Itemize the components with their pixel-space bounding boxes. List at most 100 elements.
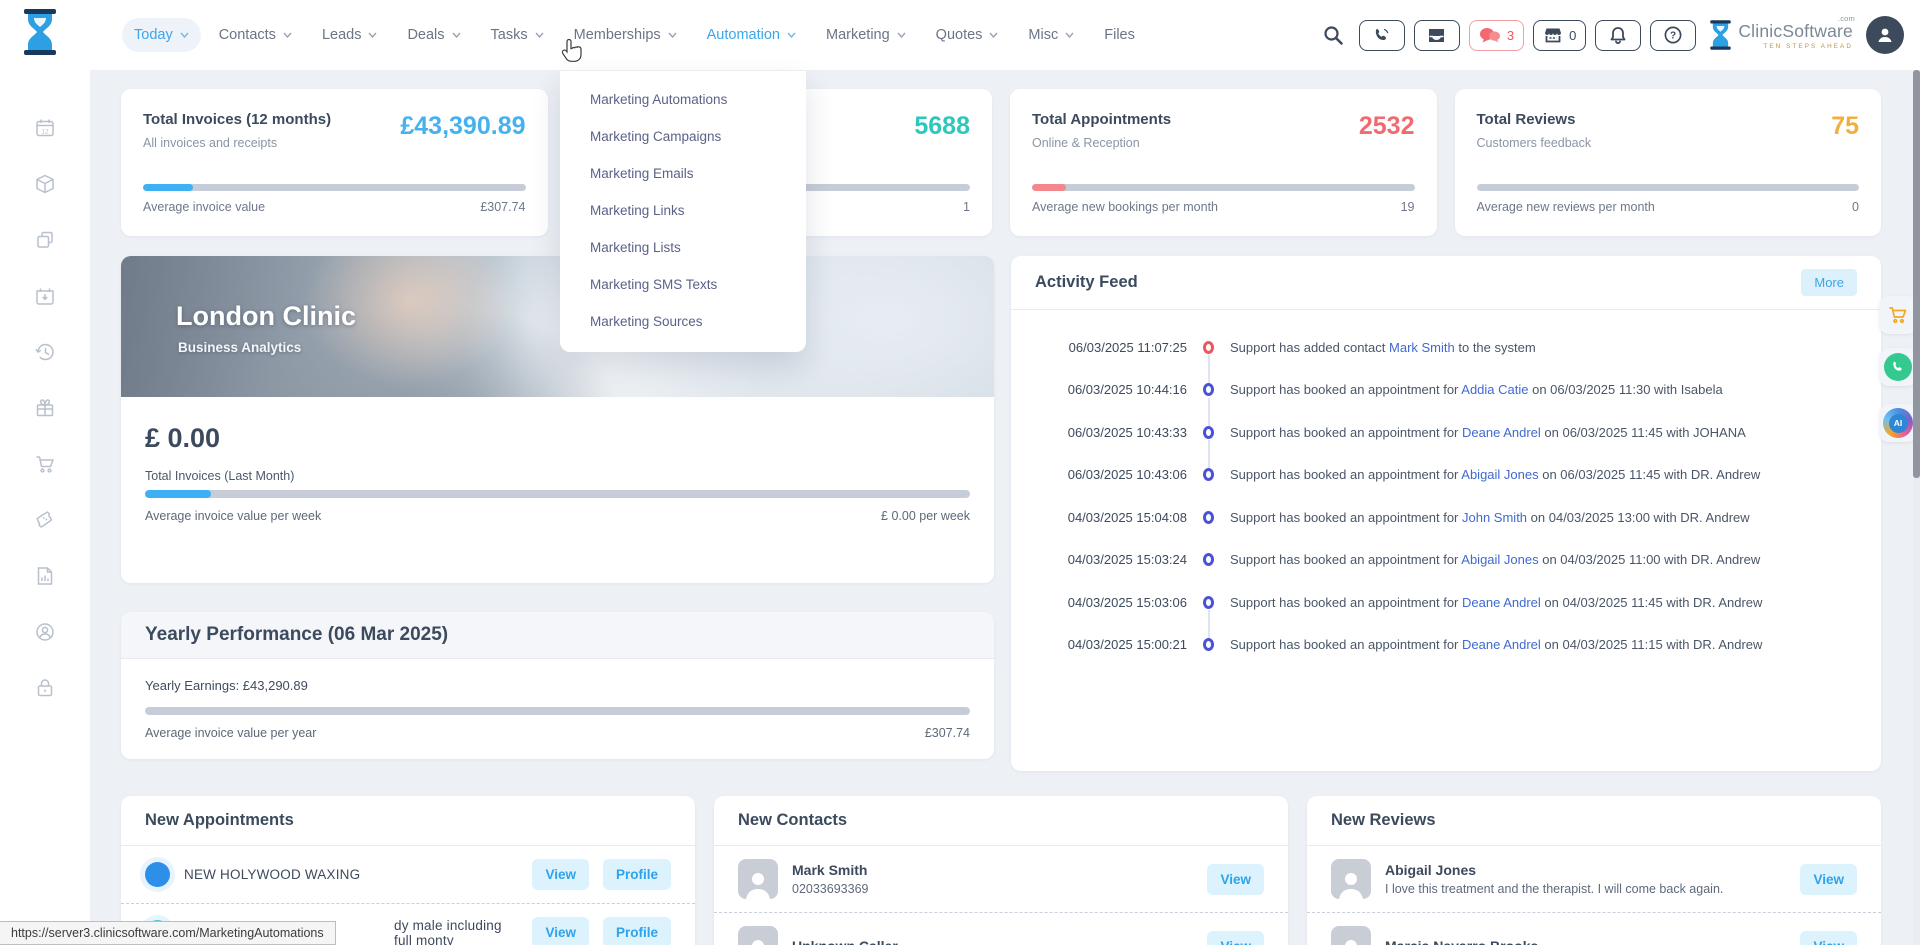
- chevron-down-icon: [535, 32, 544, 38]
- inbox-icon: [1427, 28, 1446, 43]
- profile-button[interactable]: Profile: [603, 859, 671, 890]
- contact-link[interactable]: Addia Catie: [1461, 382, 1528, 397]
- feed-item: 06/03/2025 10:43:06 Support has booked a…: [1011, 454, 1881, 497]
- scrollbar-thumb[interactable]: [1913, 70, 1920, 478]
- contact-link[interactable]: Abigail Jones: [1461, 467, 1538, 482]
- main-nav: Today Contacts Leads Deals Tasks Members…: [122, 0, 1147, 70]
- more-button[interactable]: More: [1801, 269, 1857, 296]
- view-button[interactable]: View: [1800, 864, 1857, 895]
- stat-card-invoices: Total Invoices (12 months) All invoices …: [121, 89, 548, 236]
- nav-label: Marketing: [826, 27, 890, 43]
- stat-footer-label: Average invoice value: [143, 200, 265, 214]
- ticket-icon[interactable]: [33, 508, 57, 532]
- report-icon[interactable]: [33, 564, 57, 588]
- menu-item-marketing-sources[interactable]: Marketing Sources: [560, 303, 806, 340]
- search-icon[interactable]: [1323, 25, 1344, 46]
- feed-timestamp: 04/03/2025 15:03:06: [1035, 595, 1187, 610]
- nav-item-quotes[interactable]: Quotes: [924, 18, 1011, 52]
- yearly-performance-card: Yearly Performance (06 Mar 2025) Yearly …: [121, 612, 994, 759]
- user-badge-icon[interactable]: [33, 620, 57, 644]
- chevron-down-icon: [989, 32, 998, 38]
- last-month-footer-value: £ 0.00 per week: [881, 509, 970, 523]
- gift-icon[interactable]: [33, 396, 57, 420]
- copy-icon[interactable]: [33, 228, 57, 252]
- user-avatar[interactable]: [1866, 16, 1904, 54]
- chevron-down-icon: [452, 32, 461, 38]
- calendar-check-icon[interactable]: [33, 284, 57, 308]
- feed-item: 06/03/2025 11:07:25 Support has added co…: [1011, 326, 1881, 369]
- status-bar-url: https://server3.clinicsoftware.com/Marke…: [0, 921, 336, 945]
- nav-item-misc[interactable]: Misc: [1016, 18, 1086, 52]
- contact-link[interactable]: Abigail Jones: [1461, 552, 1538, 567]
- reviewer-name: Abigail Jones: [1385, 862, 1786, 878]
- view-button[interactable]: View: [1207, 931, 1264, 945]
- view-button[interactable]: View: [1207, 864, 1264, 895]
- floating-cart-button[interactable]: [1879, 296, 1917, 334]
- nav-item-leads[interactable]: Leads: [310, 18, 390, 52]
- nav-label: Automation: [707, 27, 780, 43]
- help-button[interactable]: ?: [1650, 20, 1696, 51]
- contact-link[interactable]: John Smith: [1462, 510, 1527, 525]
- inbox-button[interactable]: [1414, 20, 1460, 51]
- feed-timestamp: 04/03/2025 15:00:21: [1035, 637, 1187, 652]
- brand-tagline: TEN STEPS AHEAD: [1738, 43, 1853, 50]
- cart-icon[interactable]: [33, 452, 57, 476]
- package-icon[interactable]: [33, 172, 57, 196]
- stat-footer-value: £307.74: [480, 200, 525, 214]
- scrollbar-track[interactable]: [1913, 70, 1920, 945]
- nav-item-automation[interactable]: Automation: [695, 18, 808, 52]
- menu-item-marketing-automations[interactable]: Marketing Automations: [560, 81, 806, 118]
- stat-footer-value: 1: [963, 200, 970, 214]
- feed-timestamp: 04/03/2025 15:04:08: [1035, 510, 1187, 525]
- nav-item-today[interactable]: Today: [122, 18, 201, 52]
- store-icon: [1543, 27, 1563, 43]
- lock-icon[interactable]: [33, 676, 57, 700]
- menu-item-marketing-links[interactable]: Marketing Links: [560, 192, 806, 229]
- left-sidebar: 12: [0, 70, 90, 945]
- nav-item-contacts[interactable]: Contacts: [207, 18, 304, 52]
- nav-item-marketing[interactable]: Marketing: [814, 18, 918, 52]
- floating-call-button[interactable]: [1879, 348, 1917, 386]
- floating-ai-button[interactable]: AI: [1879, 404, 1917, 442]
- chat-button[interactable]: 3: [1469, 20, 1524, 51]
- stat-footer-value: 0: [1852, 200, 1859, 214]
- cart-icon: [1887, 304, 1909, 326]
- store-button[interactable]: 0: [1533, 20, 1586, 51]
- nav-item-files[interactable]: Files: [1092, 18, 1147, 52]
- profile-button[interactable]: Profile: [603, 917, 671, 945]
- nav-item-deals[interactable]: Deals: [395, 18, 472, 52]
- contact-link[interactable]: Deane Andrel: [1462, 595, 1541, 610]
- brand-logo[interactable]: ClinicSoftware.com TEN STEPS AHEAD: [1709, 19, 1853, 51]
- phone-icon: [1373, 27, 1390, 44]
- contact-link[interactable]: Deane Andrel: [1462, 425, 1541, 440]
- stat-value: 2532: [1359, 112, 1415, 141]
- menu-item-marketing-emails[interactable]: Marketing Emails: [560, 155, 806, 192]
- stat-footer-label: Average new reviews per month: [1477, 200, 1655, 214]
- stat-footer-label: Average new bookings per month: [1032, 200, 1218, 214]
- nav-item-tasks[interactable]: Tasks: [479, 18, 556, 52]
- nav-label: Memberships: [574, 27, 661, 43]
- menu-item-marketing-sms-texts[interactable]: Marketing SMS Texts: [560, 266, 806, 303]
- menu-item-marketing-campaigns[interactable]: Marketing Campaigns: [560, 118, 806, 155]
- svg-text:?: ?: [1670, 31, 1676, 42]
- phone-button[interactable]: [1359, 20, 1405, 51]
- calendar-icon[interactable]: 12: [33, 116, 57, 140]
- review-text: I love this treatment and the therapist.…: [1385, 882, 1786, 896]
- history-icon[interactable]: [33, 340, 57, 364]
- nav-label: Contacts: [219, 27, 276, 43]
- progress-bar: [1032, 184, 1415, 191]
- nav-label: Leads: [322, 27, 362, 43]
- notifications-button[interactable]: [1595, 20, 1641, 51]
- yearly-footer-value: £307.74: [925, 726, 970, 740]
- feed-item: 04/03/2025 15:03:24 Support has booked a…: [1011, 539, 1881, 582]
- contact-link[interactable]: Mark Smith: [1389, 340, 1455, 355]
- view-button[interactable]: View: [532, 917, 589, 945]
- app-logo-icon[interactable]: [22, 8, 58, 61]
- view-button[interactable]: View: [1800, 931, 1857, 945]
- review-row: Abigail Jones I love this treatment and …: [1307, 846, 1881, 912]
- feed-timestamp: 06/03/2025 10:43:06: [1035, 467, 1187, 482]
- nav-item-memberships[interactable]: Memberships: [562, 18, 689, 52]
- view-button[interactable]: View: [532, 859, 589, 890]
- contact-link[interactable]: Deane Andrel: [1462, 637, 1541, 652]
- menu-item-marketing-lists[interactable]: Marketing Lists: [560, 229, 806, 266]
